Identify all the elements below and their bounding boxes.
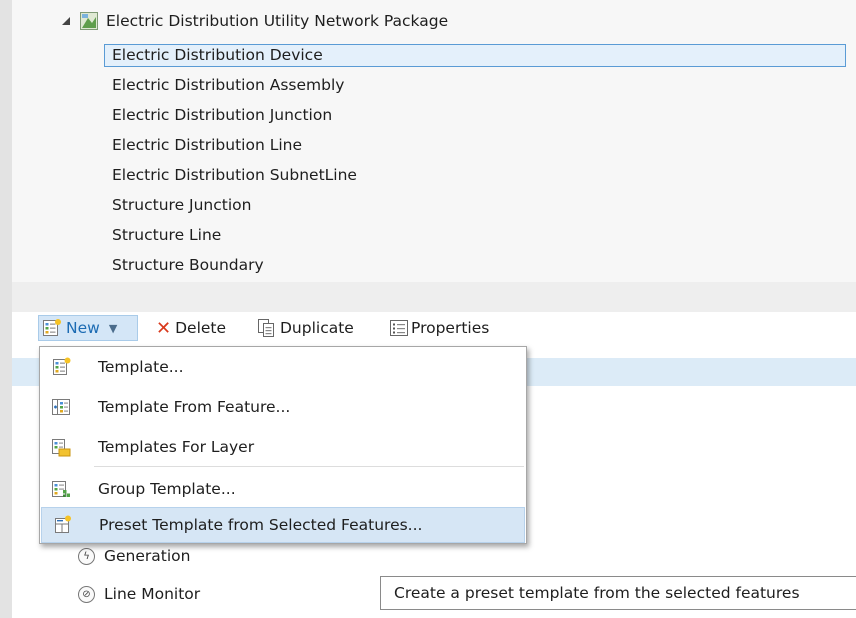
- menu-item-label: Templates For Layer: [98, 438, 255, 456]
- layer-item-assembly[interactable]: Electric Distribution Assembly: [104, 74, 344, 97]
- template-item-line-monitor[interactable]: ⊘ Line Monitor: [78, 582, 200, 606]
- template-item-label: Generation: [104, 547, 191, 565]
- new-template-icon: [42, 318, 62, 338]
- delete-button[interactable]: ✕ Delete: [156, 315, 226, 341]
- package-label: Electric Distribution Utility Network Pa…: [106, 12, 449, 30]
- properties-button-label: Properties: [411, 319, 490, 337]
- preset-template-icon: [52, 515, 72, 535]
- chevron-down-icon: ▼: [108, 321, 118, 335]
- menu-item-template-from-feature[interactable]: Template From Feature...: [41, 389, 525, 425]
- properties-icon: [389, 318, 409, 338]
- layer-item-junction[interactable]: Electric Distribution Junction: [104, 104, 332, 127]
- group-template-icon: [51, 479, 71, 499]
- menu-item-label: Template From Feature...: [98, 398, 291, 416]
- new-dropdown-menu: Template... Template From Feature... Tem…: [39, 346, 527, 544]
- package-tree-node[interactable]: Electric Distribution Utility Network Pa…: [62, 8, 448, 34]
- delete-x-icon: ✕: [156, 317, 172, 339]
- line-monitor-icon: ⊘: [78, 585, 95, 603]
- menu-item-template[interactable]: Template...: [41, 349, 525, 385]
- duplicate-button-label: Duplicate: [280, 319, 354, 337]
- tooltip: Create a preset template from the select…: [380, 576, 856, 610]
- duplicate-button[interactable]: Duplicate: [256, 315, 354, 341]
- layer-item-structure-boundary[interactable]: Structure Boundary: [104, 254, 264, 277]
- generation-icon: ϟ: [78, 547, 95, 565]
- layer-item-device[interactable]: Electric Distribution Device: [104, 44, 846, 67]
- template-item-label: Line Monitor: [104, 585, 201, 603]
- menu-item-label: Template...: [98, 358, 184, 376]
- template-from-feature-icon: [51, 397, 71, 417]
- layer-item-structure-line[interactable]: Structure Line: [104, 224, 221, 247]
- new-button[interactable]: New ▼: [38, 315, 138, 341]
- templates-for-layer-icon: [51, 437, 71, 457]
- layer-item-subnetline[interactable]: Electric Distribution SubnetLine: [104, 164, 357, 187]
- new-button-label: New: [66, 319, 100, 337]
- template-item-generation[interactable]: ϟ Generation: [78, 544, 190, 568]
- menu-item-templates-for-layer[interactable]: Templates For Layer: [41, 429, 525, 465]
- layer-item-line[interactable]: Electric Distribution Line: [104, 134, 302, 157]
- left-panel-strip: [0, 0, 12, 618]
- menu-separator: [94, 466, 524, 467]
- menu-item-preset-template[interactable]: Preset Template from Selected Features..…: [41, 507, 525, 543]
- expand-triangle-icon[interactable]: [62, 17, 70, 25]
- template-icon: [51, 357, 71, 377]
- menu-item-group-template[interactable]: Group Template...: [41, 471, 525, 507]
- panel-divider: [12, 282, 856, 312]
- delete-button-label: Delete: [175, 319, 227, 337]
- utility-network-package-icon: [80, 12, 98, 30]
- menu-item-label: Group Template...: [98, 480, 236, 498]
- layer-item-structure-junction[interactable]: Structure Junction: [104, 194, 251, 217]
- menu-item-label: Preset Template from Selected Features..…: [99, 516, 423, 534]
- properties-button[interactable]: Properties: [389, 315, 489, 341]
- duplicate-icon: [256, 318, 276, 338]
